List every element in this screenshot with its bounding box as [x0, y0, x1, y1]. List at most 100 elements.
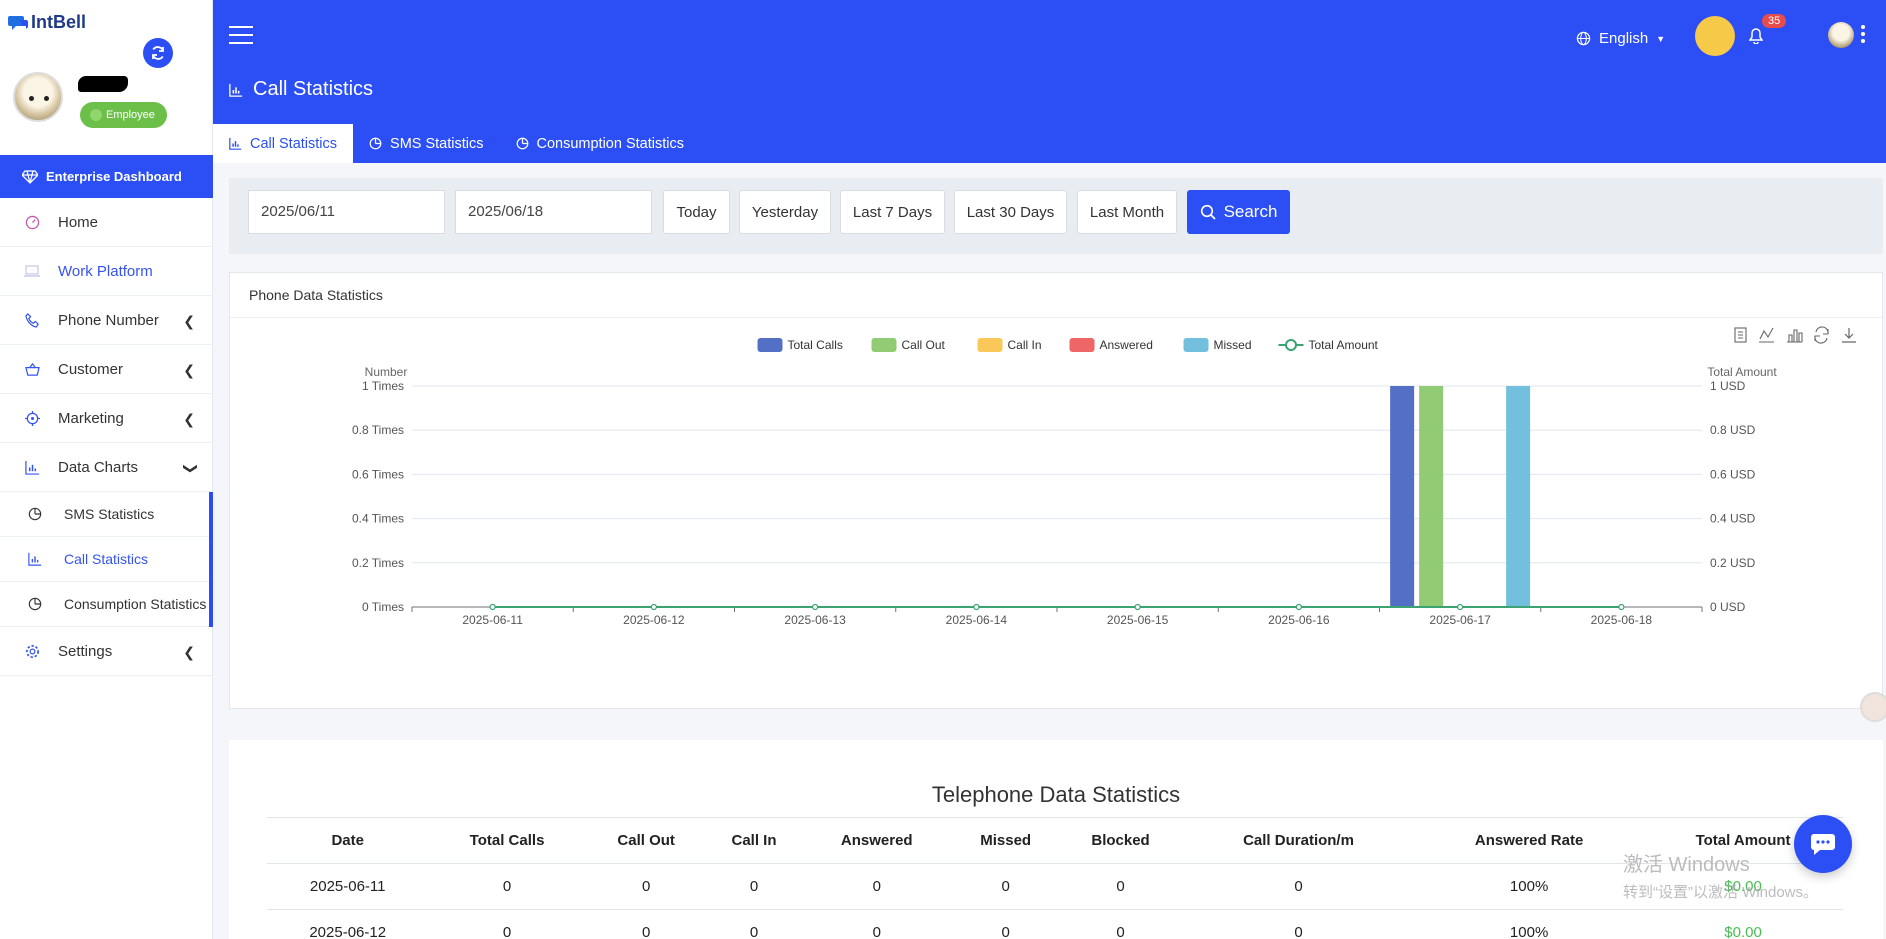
- basket-icon: [24, 361, 40, 377]
- sidebar-item-marketing[interactable]: Marketing ❮: [0, 394, 213, 443]
- y2-axis-labels: 0 USD 0.2 USD 0.4 USD 0.6 USD 0.8 USD 1 USD: [1710, 379, 1756, 614]
- sidebar-item-data-charts[interactable]: Data Charts ❮: [0, 443, 213, 492]
- tab-sms-statistics[interactable]: SMS Statistics: [353, 124, 499, 163]
- caret-down-icon: ▼: [1656, 33, 1666, 44]
- tab-call-statistics[interactable]: Call Statistics: [213, 124, 354, 163]
- x-tick-label: 2025-06-17: [1429, 613, 1491, 627]
- table-cell: 0: [428, 909, 586, 939]
- table-header-cell: Call Out: [585, 817, 707, 864]
- chevron-left-icon: ❮: [183, 362, 195, 378]
- enterprise-dashboard-label: Enterprise Dashboard: [46, 169, 182, 184]
- sidebar-item-label: Marketing: [58, 409, 124, 427]
- search-button[interactable]: Search: [1187, 190, 1290, 234]
- sidebar-sub-item-sms-statistics[interactable]: SMS Statistics: [0, 492, 209, 537]
- sidebar-sub-item-consumption-statistics[interactable]: Consumption Statistics: [0, 582, 209, 627]
- y-tick-label: 0.8 Times: [352, 423, 404, 437]
- x-tick-label: 2025-06-11: [462, 613, 523, 627]
- bar: [1390, 386, 1415, 607]
- sidebar-item-phone-number[interactable]: Phone Number ❮: [0, 296, 213, 345]
- legend-item[interactable]: Answered: [1069, 338, 1153, 352]
- download-icon[interactable]: [1842, 328, 1856, 343]
- bar-chart-icon: [229, 83, 243, 97]
- pie-chart-icon: [369, 137, 382, 150]
- legend-swatch: [871, 338, 897, 352]
- chevron-left-icon: ❮: [183, 644, 195, 660]
- sidebar-sub-item-call-statistics[interactable]: Call Statistics: [0, 537, 209, 582]
- legend-item[interactable]: Call Out: [871, 338, 946, 352]
- status-indicator[interactable]: [1695, 16, 1735, 56]
- menu-toggle-icon[interactable]: [229, 26, 253, 44]
- restore-icon[interactable]: [1814, 326, 1829, 344]
- last-7-days-button[interactable]: Last 7 Days: [840, 190, 945, 234]
- filter-bar: 2025/06/11 2025/06/18 Today Yesterday La…: [229, 178, 1883, 254]
- table-cell: 0: [706, 863, 802, 910]
- legend-label: Call Out: [902, 338, 946, 352]
- today-button[interactable]: Today: [663, 190, 730, 234]
- y2-tick-label: 1 USD: [1710, 379, 1746, 393]
- sidebar-item-work-platform[interactable]: Work Platform: [0, 247, 213, 296]
- bar-chart-icon: [28, 552, 42, 566]
- y-tick-label: 0.4 Times: [352, 512, 404, 526]
- bar-chart-icon[interactable]: [1787, 329, 1803, 343]
- sidebar-item-label: Settings: [58, 642, 113, 660]
- table-cell: 0: [428, 863, 586, 910]
- table-card: Telephone Data Statistics Date Total Call…: [229, 740, 1883, 939]
- sidebar-item-home[interactable]: Home: [0, 198, 213, 247]
- y-tick-label: 0 Times: [362, 600, 404, 614]
- more-vertical-icon[interactable]: [1861, 25, 1867, 46]
- chevron-down-icon: ❮: [180, 462, 197, 475]
- sidebar-item-customer[interactable]: Customer ❮: [0, 345, 213, 394]
- page-title-text: Call Statistics: [253, 78, 374, 100]
- table-cell: 0: [1181, 863, 1416, 910]
- line-point: [1134, 603, 1141, 611]
- bar: [1506, 386, 1531, 607]
- start-date-input[interactable]: 2025/06/11: [248, 190, 445, 234]
- end-date-input[interactable]: 2025/06/18: [455, 190, 652, 234]
- windows-activation-watermark: 激活 Windows 转到“设置”以激活 Windows。: [1623, 848, 1818, 902]
- language-selector[interactable]: English ▼: [1576, 30, 1665, 47]
- y-axis-title: Number: [365, 365, 408, 379]
- data-charts-submenu: SMS Statistics Call Statistics Consumpti…: [0, 492, 213, 627]
- y2-tick-label: 0.4 USD: [1710, 512, 1756, 526]
- table-cell: 0: [952, 909, 1060, 939]
- legend-label: Answered: [1100, 338, 1153, 352]
- notification-count-badge: 35: [1762, 14, 1787, 28]
- header-avatar[interactable]: [1828, 22, 1854, 48]
- chart-legend: Total Calls Call Out Call In Answered Missed…: [757, 338, 1379, 352]
- phone-icon: [24, 312, 40, 328]
- chat-button[interactable]: [1794, 815, 1852, 873]
- role-badge: Employee: [80, 102, 167, 128]
- data-view-icon[interactable]: [1734, 327, 1747, 343]
- legend-item[interactable]: Call In: [977, 338, 1042, 352]
- table-cell: 0: [801, 863, 953, 910]
- table-cell: 0: [1059, 863, 1182, 910]
- sync-button[interactable]: [143, 38, 173, 68]
- yesterday-button[interactable]: Yesterday: [739, 190, 831, 234]
- legend-item[interactable]: Total Amount: [1278, 338, 1379, 352]
- enterprise-dashboard-link[interactable]: Enterprise Dashboard: [0, 155, 213, 198]
- line-chart-icon[interactable]: [1759, 327, 1774, 343]
- y-tick-label: 0.2 Times: [352, 556, 404, 570]
- legend-item[interactable]: Total Calls: [757, 338, 843, 352]
- sidebar-sub-item-label: Call Statistics: [64, 551, 149, 567]
- sidebar-item-label: Work Platform: [58, 262, 153, 280]
- tab-consumption-statistics[interactable]: Consumption Statistics: [500, 124, 700, 163]
- table-header-cell: Date: [267, 817, 429, 864]
- last-month-button[interactable]: Last Month: [1077, 190, 1177, 234]
- table-header-row: Date Total Calls Call Out Call In Answered Mi…: [267, 817, 1843, 864]
- sidebar-item-settings[interactable]: Settings ❮: [0, 627, 213, 676]
- phone-data-chart: Total Calls Call Out Call In Answered Missed…: [352, 326, 1856, 627]
- table-cell: 0: [1059, 909, 1182, 939]
- dashboard-gauge-icon: [24, 214, 40, 230]
- support-agent-avatar[interactable]: [1860, 692, 1886, 722]
- user-avatar[interactable]: [13, 72, 63, 122]
- sidebar-item-label: Data Charts: [58, 458, 139, 476]
- refresh-icon: [152, 46, 164, 60]
- chevron-left-icon: ❮: [183, 411, 195, 427]
- last-30-days-button[interactable]: Last 30 Days: [954, 190, 1067, 234]
- legend-item[interactable]: Missed: [1183, 338, 1252, 352]
- logo[interactable]: IntBell: [8, 12, 86, 33]
- chevron-left-icon: ❮: [183, 313, 195, 329]
- bell-icon[interactable]: [1748, 28, 1764, 47]
- top-header: Call Statistics Call Statistics SMS Stat…: [213, 0, 1886, 163]
